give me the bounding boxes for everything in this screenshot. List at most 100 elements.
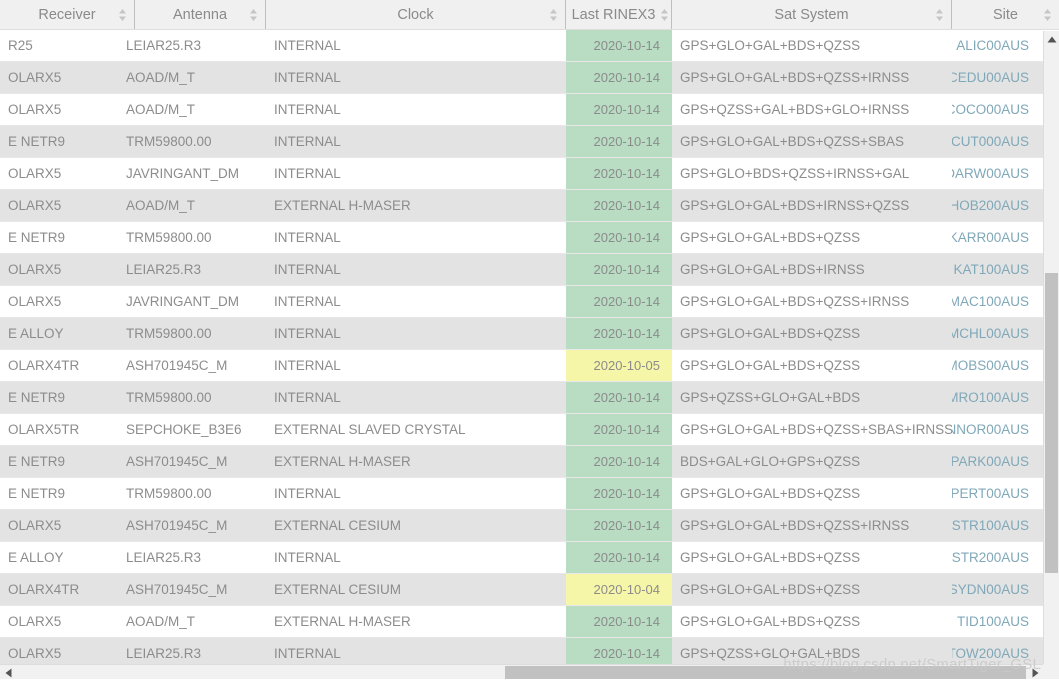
table-row[interactable]: E ALLOY TRM59800.00 INTERNAL 2020-10-14 GPS+…: [0, 318, 1043, 350]
cell-clock: EXTERNAL CESIUM: [274, 582, 402, 597]
table-row[interactable]: OLARX5 LEIAR25.R3 INTERNAL 2020-10-14 GPS+GL…: [0, 254, 1043, 286]
cell-receiver: E NETR9: [8, 486, 66, 501]
cell-sat-system: GPS+GLO+GAL+BDS+QZSS: [680, 230, 861, 245]
column-header-last-rinex3[interactable]: Last RINEX3: [566, 0, 672, 29]
cell-site[interactable]: MOBS00AUS: [952, 350, 1043, 381]
table-row[interactable]: E NETR9 TRM59800.00 INTERNAL 2020-10-14 GPS+…: [0, 382, 1043, 414]
cell-sat-system: BDS+GAL+GLO+GPS+QZSS: [680, 454, 861, 469]
table-row[interactable]: E NETR9 TRM59800.00 INTERNAL 2020-10-14 GPS+…: [0, 222, 1043, 254]
table-row[interactable]: E NETR9 TRM59800.00 INTERNAL 2020-10-14 GPS+…: [0, 126, 1043, 158]
table-row[interactable]: OLARX4TR ASH701945C_M INTERNAL 2020-10-05 GP…: [0, 350, 1043, 382]
cell-site[interactable]: STR200AUS: [952, 542, 1043, 573]
cell-receiver: E NETR9: [8, 230, 66, 245]
column-header-receiver-label: Receiver: [38, 6, 96, 23]
cell-receiver: OLARX5: [8, 614, 62, 629]
table-row[interactable]: R25 LEIAR25.R3 INTERNAL 2020-10-14 GPS+GLO+G…: [0, 30, 1043, 62]
column-header-receiver[interactable]: Receiver: [0, 0, 135, 29]
sort-updown-icon[interactable]: [549, 8, 558, 22]
sort-updown-icon[interactable]: [660, 8, 669, 22]
cell-antenna: TRM59800.00: [126, 134, 212, 149]
cell-last-rinex3: 2020-10-14: [566, 478, 672, 509]
cell-site[interactable]: DARW00AUS: [952, 158, 1043, 189]
triangle-up-icon[interactable]: [1044, 31, 1059, 47]
column-header-site[interactable]: Site: [952, 0, 1059, 29]
cell-antenna: ASH701945C_M: [126, 454, 228, 469]
table-row[interactable]: OLARX4TR ASH701945C_M EXTERNAL CESIUM 2020-…: [0, 574, 1043, 606]
table-row[interactable]: OLARX5 AOAD/M_T INTERNAL 2020-10-14 GPS+GLO+…: [0, 62, 1043, 94]
cell-antenna: AOAD/M_T: [126, 614, 196, 629]
table-body-viewport: R25 LEIAR25.R3 INTERNAL 2020-10-14 GPS+GLO+G…: [0, 30, 1059, 681]
cell-site[interactable]: ALIC00AUS: [952, 30, 1043, 61]
column-header-sat-system-label: Sat System: [774, 6, 849, 23]
vertical-scrollbar-thumb[interactable]: [1045, 273, 1058, 573]
cell-receiver: OLARX4TR: [8, 358, 80, 373]
cell-antenna: TRM59800.00: [126, 390, 212, 405]
cell-last-rinex3: 2020-10-14: [566, 446, 672, 477]
table-row[interactable]: OLARX5 AOAD/M_T EXTERNAL H-MASER 2020-10-14…: [0, 190, 1043, 222]
cell-antenna: SEPCHOKE_B3E6: [126, 422, 242, 437]
vertical-scrollbar[interactable]: [1043, 31, 1059, 681]
cell-sat-system: GPS+GLO+GAL+BDS+QZSS: [680, 550, 861, 565]
table-row[interactable]: OLARX5 JAVRINGANT_DM INTERNAL 2020-10-14 GPS…: [0, 158, 1043, 190]
cell-site[interactable]: KAT100AUS: [952, 254, 1043, 285]
cell-site[interactable]: KARR00AUS: [952, 222, 1043, 253]
cell-sat-system: GPS+GLO+GAL+BDS+QZSS: [680, 358, 861, 373]
cell-clock: EXTERNAL H-MASER: [274, 614, 411, 629]
table-row[interactable]: E NETR9 TRM59800.00 INTERNAL 2020-10-14 GPS+…: [0, 478, 1043, 510]
cell-antenna: TRM59800.00: [126, 326, 212, 341]
column-header-antenna-label: Antenna: [172, 6, 228, 23]
cell-last-rinex3: 2020-10-14: [566, 190, 672, 221]
sort-updown-icon[interactable]: [249, 8, 258, 22]
cell-receiver: OLARX5: [8, 166, 62, 181]
cell-site[interactable]: TID100AUS: [952, 606, 1043, 637]
cell-antenna: LEIAR25.R3: [126, 550, 202, 565]
cell-site[interactable]: PERT00AUS: [952, 478, 1043, 509]
sort-updown-icon[interactable]: [1043, 8, 1052, 22]
cell-site[interactable]: STR100AUS: [952, 510, 1043, 541]
table-row[interactable]: OLARX5 ASH701945C_M EXTERNAL CESIUM 2020-10…: [0, 510, 1043, 542]
table-row[interactable]: E ALLOY LEIAR25.R3 INTERNAL 2020-10-14 GPS+G…: [0, 542, 1043, 574]
cell-last-rinex3: 2020-10-04: [566, 574, 672, 605]
column-header-sat-system[interactable]: Sat System: [672, 0, 952, 29]
cell-last-rinex3: 2020-10-14: [566, 510, 672, 541]
table-row[interactable]: OLARX5 AOAD/M_T EXTERNAL H-MASER 2020-10-14…: [0, 606, 1043, 638]
cell-receiver: OLARX5: [8, 70, 62, 85]
cell-site[interactable]: SYDN00AUS: [952, 574, 1043, 605]
cell-site[interactable]: CEDU00AUS: [952, 62, 1043, 93]
cell-clock: INTERNAL: [274, 294, 341, 309]
column-header-antenna[interactable]: Antenna: [135, 0, 266, 29]
table-row[interactable]: OLARX5 AOAD/M_T INTERNAL 2020-10-14 GPS+QZSS…: [0, 94, 1043, 126]
cell-receiver: E ALLOY: [8, 326, 64, 341]
table-row[interactable]: E NETR9 ASH701945C_M EXTERNAL H-MASER 2020-…: [0, 446, 1043, 478]
cell-site[interactable]: HOB200AUS: [952, 190, 1043, 221]
column-header-clock[interactable]: Clock: [266, 0, 566, 29]
table-header-row: Receiver Antenna Clock Last RINEX3 Sat S: [0, 0, 1059, 30]
cell-sat-system: GPS+GLO+BDS+QZSS+IRNSS+GAL: [680, 166, 910, 181]
cell-site[interactable]: MRO100AUS: [952, 382, 1043, 413]
sort-updown-icon[interactable]: [935, 8, 944, 22]
cell-sat-system: GPS+QZSS+GAL+BDS+GLO+IRNSS: [680, 102, 910, 117]
cell-site[interactable]: MAC100AUS: [952, 286, 1043, 317]
cell-receiver: OLARX5: [8, 294, 62, 309]
cell-antenna: LEIAR25.R3: [126, 262, 202, 277]
table-body: R25 LEIAR25.R3 INTERNAL 2020-10-14 GPS+GLO+G…: [0, 30, 1043, 670]
cell-clock: EXTERNAL H-MASER: [274, 454, 411, 469]
cell-antenna: ASH701945C_M: [126, 582, 228, 597]
table-row[interactable]: OLARX5 JAVRINGANT_DM INTERNAL 2020-10-14 GPS…: [0, 286, 1043, 318]
cell-receiver: E NETR9: [8, 390, 66, 405]
cell-sat-system: GPS+GLO+GAL+BDS+QZSS: [680, 326, 861, 341]
horizontal-scrollbar-thumb[interactable]: [505, 666, 1026, 680]
cell-site[interactable]: MCHL00AUS: [952, 318, 1043, 349]
cell-antenna: AOAD/M_T: [126, 70, 196, 85]
table-row[interactable]: OLARX5TR SEPCHOKE_B3E6 EXTERNAL SLAVED CRY…: [0, 414, 1043, 446]
cell-antenna: AOAD/M_T: [126, 102, 196, 117]
cell-site[interactable]: PARK00AUS: [952, 446, 1043, 477]
cell-sat-system: GPS+QZSS+GLO+GAL+BDS: [680, 390, 861, 405]
cell-site[interactable]: COCO00AUS: [952, 94, 1043, 125]
cell-antenna: TRM59800.00: [126, 230, 212, 245]
sort-updown-icon[interactable]: [118, 8, 127, 22]
cell-last-rinex3: 2020-10-14: [566, 254, 672, 285]
cell-site[interactable]: CUT000AUS: [952, 126, 1043, 157]
cell-site[interactable]: NNOR00AUS: [952, 414, 1043, 445]
cell-sat-system: GPS+GLO+GAL+BDS+QZSS+SBAS: [680, 134, 904, 149]
